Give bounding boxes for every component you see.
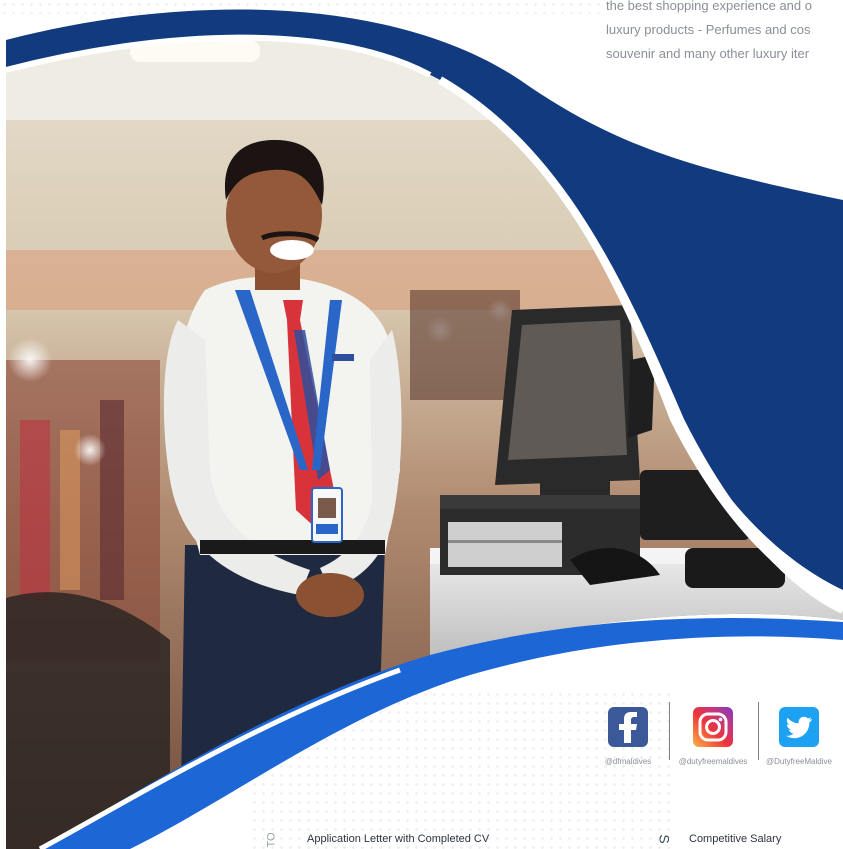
intro-text: the best shopping experience and o luxur… bbox=[606, 0, 843, 66]
intro-line: the best shopping experience and o bbox=[606, 0, 812, 13]
benefits-icon: S bbox=[656, 834, 673, 844]
facebook-handle: @dfmaldives bbox=[604, 757, 652, 766]
requirements-item: Application Letter with Completed CV bbox=[307, 833, 490, 845]
twitter-icon[interactable] bbox=[779, 707, 819, 747]
instagram-icon[interactable] bbox=[693, 707, 733, 747]
intro-line: luxury products - Perfumes and cos bbox=[606, 22, 811, 37]
intro-line: souvenir and many other luxury iter bbox=[606, 46, 810, 61]
social-facebook[interactable]: @dfmaldives bbox=[588, 707, 668, 766]
poster: the best shopping experience and o luxur… bbox=[0, 0, 843, 849]
social-instagram[interactable]: @dutyfreemaldives bbox=[673, 707, 753, 766]
instagram-handle: @dutyfreemaldives bbox=[678, 757, 748, 766]
facebook-icon[interactable] bbox=[608, 707, 648, 747]
requirements-icon: TO bbox=[265, 832, 278, 848]
benefits-item: Competitive Salary bbox=[689, 833, 782, 845]
social-twitter[interactable]: @DutyfreeMaldive bbox=[759, 707, 839, 766]
twitter-handle: @DutyfreeMaldive bbox=[766, 757, 832, 766]
divider bbox=[669, 702, 670, 760]
